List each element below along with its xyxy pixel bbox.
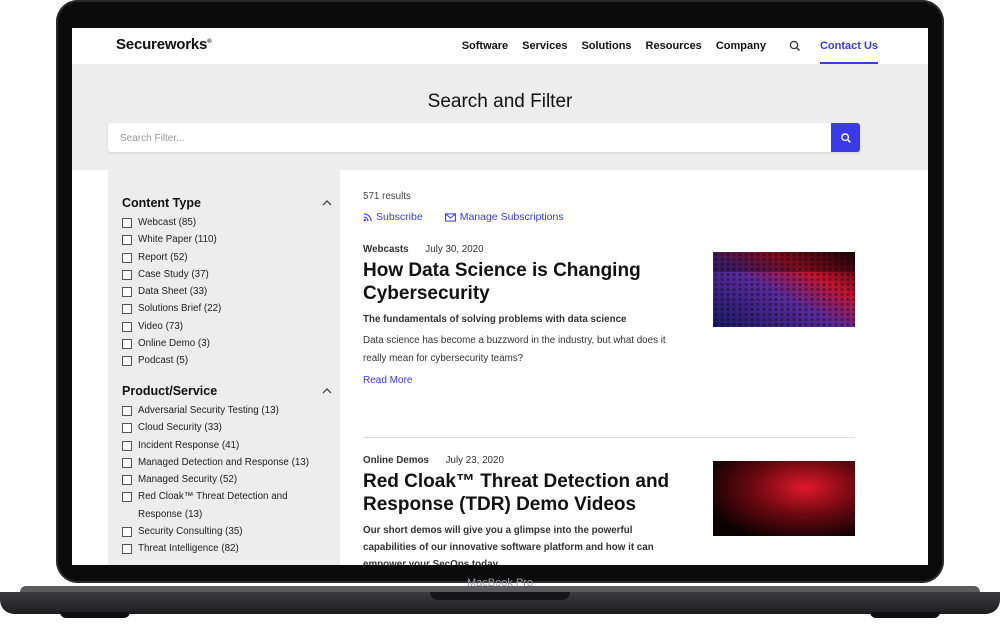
nav-solutions[interactable]: Solutions bbox=[581, 40, 631, 52]
filter-option[interactable]: Webcast (85) bbox=[122, 214, 332, 231]
filter-sidebar: Content Type Webcast (85) White Paper (11… bbox=[108, 170, 340, 565]
publish-date: July 23, 2020 bbox=[445, 455, 504, 466]
filter-heading[interactable]: Product/Service bbox=[122, 384, 332, 402]
checkbox[interactable] bbox=[122, 304, 132, 315]
filter-option[interactable]: Data Sheet (33) bbox=[122, 283, 332, 300]
filter-option[interactable]: Managed Detection and Response (13) bbox=[122, 454, 332, 471]
filter-option-label: Case Study (37) bbox=[138, 268, 209, 280]
result-title[interactable]: How Data Science is Changing Cybersecuri… bbox=[363, 259, 683, 305]
chevron-up-icon[interactable] bbox=[322, 200, 332, 206]
filter-option[interactable]: Incident Response (41) bbox=[122, 437, 332, 454]
search-hero: Search and Filter bbox=[72, 65, 928, 170]
nav-software[interactable]: Software bbox=[462, 40, 508, 52]
checkbox[interactable] bbox=[122, 356, 132, 367]
laptop-notch bbox=[430, 592, 570, 600]
result-divider bbox=[363, 437, 855, 438]
filter-option[interactable]: White Paper (110) bbox=[122, 231, 332, 248]
filter-option-label: Webcast (85) bbox=[138, 217, 197, 228]
filter-option[interactable]: Video (73) bbox=[122, 318, 332, 335]
filter-option[interactable]: Red Cloak™ Threat Detection and Response… bbox=[122, 488, 332, 523]
result-thumbnail[interactable] bbox=[713, 461, 855, 536]
secureworks-logo[interactable]: Secureworks® bbox=[116, 36, 212, 53]
filter-option[interactable]: Cloud Security (33) bbox=[122, 419, 332, 436]
filter-option[interactable]: Threat Intelligence (82) bbox=[122, 540, 332, 557]
results-count: 571 results bbox=[363, 191, 411, 202]
checkbox[interactable] bbox=[122, 544, 132, 555]
checkbox[interactable] bbox=[122, 252, 132, 263]
nav-services[interactable]: Services bbox=[522, 40, 567, 52]
checkbox[interactable] bbox=[122, 440, 132, 451]
filter-option-label: Managed Security (52) bbox=[138, 474, 238, 486]
checkbox[interactable] bbox=[122, 492, 132, 503]
filter-option[interactable]: Solutions Brief (22) bbox=[122, 300, 332, 317]
nav-links: Software Services Solutions Resources Co… bbox=[448, 28, 878, 64]
search-icon[interactable] bbox=[788, 39, 802, 53]
filter-option[interactable]: Online Demo (3) bbox=[122, 335, 332, 352]
checkbox[interactable] bbox=[122, 423, 132, 434]
page-title: Search and Filter bbox=[427, 91, 573, 112]
filter-option-label: Report (52) bbox=[138, 251, 188, 263]
filter-option-label: Solutions Brief (22) bbox=[138, 303, 222, 315]
search-input[interactable] bbox=[118, 123, 822, 154]
content-type-label: Webcasts bbox=[363, 244, 409, 255]
result-description: Data science has become a buzzword in th… bbox=[363, 335, 666, 364]
filter-option[interactable]: Security Consulting (35) bbox=[122, 523, 332, 540]
nav-company[interactable]: Company bbox=[716, 40, 766, 52]
subscribe-link[interactable]: Subscribe bbox=[363, 211, 423, 223]
filter-group-product-service: Product/Service Adversarial Security Tes… bbox=[122, 384, 332, 558]
checkbox[interactable] bbox=[122, 475, 132, 486]
filter-option-label: Video (73) bbox=[138, 320, 184, 332]
filter-option-label: Red Cloak™ Threat Detection and Response… bbox=[138, 491, 288, 520]
subscription-links: Subscribe Manage Subscriptions bbox=[363, 211, 586, 223]
filter-option-label: Online Demo (3) bbox=[138, 338, 210, 350]
result-title[interactable]: Red Cloak™ Threat Detection and Response… bbox=[363, 470, 683, 516]
filter-option-label: Managed Detection and Response (13) bbox=[138, 456, 310, 468]
filter-option[interactable]: Report (52) bbox=[122, 249, 332, 266]
nav-resources[interactable]: Resources bbox=[646, 40, 702, 52]
laptop-foot bbox=[60, 612, 130, 618]
checkbox[interactable] bbox=[122, 406, 132, 416]
result-thumbnail[interactable] bbox=[713, 252, 855, 327]
result-card: Webcasts July 30, 2020 How Data Science … bbox=[363, 244, 855, 388]
filter-option[interactable]: Podcast (5) bbox=[122, 352, 332, 369]
checkbox[interactable] bbox=[122, 235, 132, 246]
result-subtitle: The fundamentals of solving problems wit… bbox=[363, 314, 627, 325]
read-more-link[interactable]: Read More bbox=[363, 375, 412, 386]
checkbox[interactable] bbox=[122, 321, 132, 332]
filter-group-content-type: Content Type Webcast (85) White Paper (11… bbox=[122, 196, 332, 370]
manage-subscriptions-link[interactable]: Manage Subscriptions bbox=[444, 211, 564, 223]
checkbox[interactable] bbox=[122, 287, 132, 298]
filter-option[interactable]: Case Study (37) bbox=[122, 266, 332, 283]
envelope-icon bbox=[444, 212, 456, 222]
filter-option-label: Security Consulting (35) bbox=[138, 526, 243, 538]
filter-option[interactable]: Adversarial Security Testing (13) bbox=[122, 402, 332, 419]
filter-option[interactable]: Managed Security (52) bbox=[122, 471, 332, 488]
laptop-foot bbox=[870, 612, 940, 618]
chevron-up-icon[interactable] bbox=[322, 388, 332, 394]
checkbox[interactable] bbox=[122, 269, 132, 280]
checkbox[interactable] bbox=[122, 339, 132, 350]
filter-option-label: Cloud Security (33) bbox=[138, 422, 222, 434]
browser-screen: Secureworks® Software Services Solutions… bbox=[72, 28, 928, 565]
top-navigation: Secureworks® Software Services Solutions… bbox=[72, 28, 928, 65]
checkbox[interactable] bbox=[122, 457, 132, 468]
content-type-label: Online Demos bbox=[363, 455, 429, 466]
result-subtitle: Our short demos will give you a glimpse … bbox=[363, 525, 654, 565]
checkbox[interactable] bbox=[122, 218, 132, 228]
search-bar bbox=[108, 123, 860, 154]
rss-icon bbox=[363, 212, 372, 221]
filter-option-label: Podcast (5) bbox=[138, 355, 189, 367]
search-submit-button[interactable] bbox=[831, 123, 860, 152]
contact-us-link[interactable]: Contact Us bbox=[819, 28, 878, 64]
filter-option-label: Incident Response (41) bbox=[138, 439, 240, 451]
publish-date: July 30, 2020 bbox=[425, 244, 484, 255]
filter-option-label: Data Sheet (33) bbox=[138, 286, 208, 298]
result-card: Online Demos July 23, 2020 Red Cloak™ Th… bbox=[363, 455, 855, 565]
filter-option-label: Threat Intelligence (82) bbox=[138, 543, 239, 555]
checkbox[interactable] bbox=[122, 527, 132, 538]
filter-heading[interactable]: Content Type bbox=[122, 196, 332, 214]
filter-option-label: Adversarial Security Testing (13) bbox=[138, 405, 279, 416]
search-icon bbox=[840, 132, 851, 143]
filter-option-label: White Paper (110) bbox=[138, 234, 217, 246]
